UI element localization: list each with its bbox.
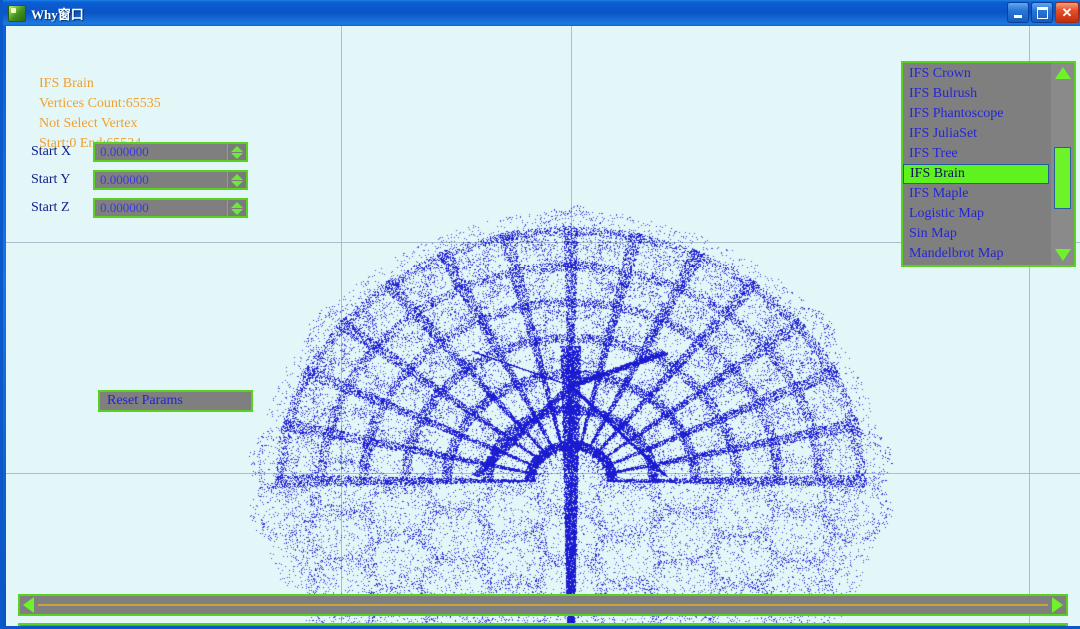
- start-x-value: 0.000000: [100, 144, 149, 159]
- list-item[interactable]: Mandelbrot Map: [903, 244, 1051, 264]
- stepper-up-icon[interactable]: [231, 145, 243, 152]
- start-y-input[interactable]: 0.000000: [93, 170, 248, 190]
- start-z-stepper[interactable]: [227, 200, 246, 216]
- param-row-start-y: Start Y 0.000000: [31, 169, 248, 191]
- list-item[interactable]: IFS Crown: [903, 64, 1051, 84]
- list-item[interactable]: Sin Map: [903, 224, 1051, 244]
- list-item[interactable]: IFS Bulrush: [903, 84, 1051, 104]
- horizontal-scrollbar-secondary[interactable]: [18, 623, 1068, 626]
- start-x-input[interactable]: 0.000000: [93, 142, 248, 162]
- application-window: Why窗口 ✕ IFS Brain Vertices Count:65535 N…: [0, 0, 1080, 629]
- minimize-icon: [1014, 14, 1022, 18]
- list-item[interactable]: Logistic Map: [903, 204, 1051, 224]
- app-icon: [8, 4, 26, 22]
- scroll-up-arrow-icon[interactable]: [1055, 67, 1071, 79]
- start-z-value: 0.000000: [100, 200, 149, 215]
- stepper-down-icon[interactable]: [231, 180, 243, 187]
- list-item[interactable]: IFS JuliaSet: [903, 124, 1051, 144]
- param-row-start-x: Start X 0.000000: [31, 141, 248, 163]
- close-icon: ✕: [1061, 4, 1073, 20]
- window-title: Why窗口: [31, 6, 84, 22]
- info-line-count: Vertices Count:65535: [39, 96, 161, 111]
- reset-params-label: Reset Params: [107, 393, 183, 408]
- client-area: IFS Brain Vertices Count:65535 Not Selec…: [6, 26, 1080, 626]
- stepper-up-icon[interactable]: [231, 173, 243, 180]
- scroll-right-arrow-icon[interactable]: [1052, 597, 1063, 613]
- scroll-left-arrow-icon[interactable]: [23, 597, 34, 613]
- start-x-stepper[interactable]: [227, 144, 246, 160]
- list-item[interactable]: IFS Maple: [903, 184, 1051, 204]
- listbox-scroll-thumb[interactable]: [1054, 147, 1071, 209]
- title-bar[interactable]: Why窗口 ✕: [3, 0, 1080, 26]
- param-label-start-y: Start Y: [31, 172, 71, 187]
- fractal-type-list: IFS Crown IFS Bulrush IFS Phantoscope IFS J…: [903, 63, 1051, 265]
- horizontal-scrollbar-primary[interactable]: [18, 594, 1068, 616]
- list-item[interactable]: IFS Tree: [903, 144, 1051, 164]
- list-item[interactable]: IFS Brain: [903, 164, 1049, 184]
- minimize-button[interactable]: [1007, 2, 1029, 23]
- info-line-select: Not Select Vertex: [39, 116, 138, 131]
- param-label-start-x: Start X: [31, 144, 72, 159]
- listbox-scrollbar[interactable]: [1051, 63, 1074, 265]
- reset-params-button[interactable]: Reset Params: [98, 390, 253, 412]
- window-controls: ✕: [1007, 2, 1079, 23]
- stepper-up-icon[interactable]: [231, 201, 243, 208]
- start-y-value: 0.000000: [100, 172, 149, 187]
- maximize-button[interactable]: [1031, 2, 1053, 23]
- list-item[interactable]: IFS Phantoscope: [903, 104, 1051, 124]
- info-line-name: IFS Brain: [39, 76, 94, 91]
- maximize-icon: [1036, 6, 1048, 19]
- start-y-stepper[interactable]: [227, 172, 246, 188]
- scroll-track[interactable]: [38, 604, 1048, 606]
- param-row-start-z: Start Z 0.000000: [31, 197, 248, 219]
- stepper-down-icon[interactable]: [231, 152, 243, 159]
- start-z-input[interactable]: 0.000000: [93, 198, 248, 218]
- scroll-down-arrow-icon[interactable]: [1055, 249, 1071, 261]
- param-label-start-z: Start Z: [31, 200, 70, 215]
- stepper-down-icon[interactable]: [231, 208, 243, 215]
- fractal-type-listbox[interactable]: IFS Crown IFS Bulrush IFS Phantoscope IFS J…: [901, 61, 1076, 267]
- close-button[interactable]: ✕: [1055, 2, 1079, 23]
